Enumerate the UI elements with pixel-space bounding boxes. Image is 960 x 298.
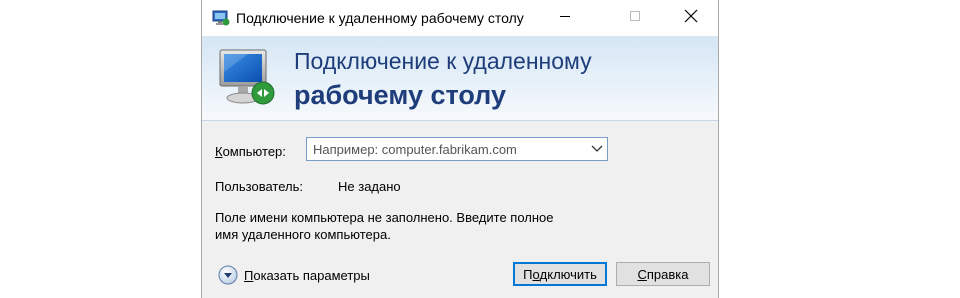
title-bar[interactable]: Подключение к удаленному рабочему столу [202,0,718,36]
chevron-down-icon[interactable] [587,138,607,160]
maximize-icon [629,9,641,27]
user-value: Не задано [338,179,401,194]
computer-input[interactable]: Например: computer.fabrikam.com [307,142,587,157]
rdp-window: Подключение к удаленному рабочему столу [201,0,719,298]
show-options-accel: П [244,267,254,283]
minimize-icon [559,9,571,27]
remote-desktop-icon [212,9,230,27]
dialog-content: Компьютер: Например: computer.fabrikam.c… [202,121,718,298]
header-banner: Подключение к удаленному рабочему столу [202,36,718,121]
connect-button[interactable]: По дключить [513,262,607,286]
validation-message-line1: Поле имени компьютера не заполнено. Введ… [215,210,554,225]
close-button[interactable] [668,0,714,36]
validation-message: Поле имени компьютера не заполнено. Введ… [215,209,595,243]
banner-title-line1: Подключение к удаленному [294,48,592,74]
help-label-rest: правка [646,266,689,282]
show-options-toggle[interactable]: Показать параметры [218,265,370,285]
user-label: Пользователь: [215,179,303,194]
help-button[interactable]: Справка [616,262,710,286]
connect-label-rest: дключить [539,266,597,282]
help-label-accel: С [637,266,647,282]
maximize-button[interactable] [612,0,658,36]
minimize-button[interactable] [542,0,588,36]
connect-label-accel: о [532,266,540,282]
expand-circle-icon[interactable] [218,265,238,285]
computer-label-text: омпьютер: [222,144,286,159]
validation-message-line2: имя удаленного компьютера. [215,227,391,242]
remote-desktop-monitor-icon [218,46,282,112]
computer-combobox[interactable]: Например: computer.fabrikam.com [306,137,608,161]
close-icon [684,9,698,28]
computer-label: Компьютер: [215,144,286,159]
connect-label-pre: П [523,266,533,282]
window-title: Подключение к удаленному рабочему столу [236,10,524,26]
show-options-label[interactable]: Показать параметры [244,268,370,283]
show-options-text: оказать параметры [253,267,370,283]
banner-title-line2: рабочему столу [294,80,506,110]
computer-label-accel: К [215,144,223,159]
